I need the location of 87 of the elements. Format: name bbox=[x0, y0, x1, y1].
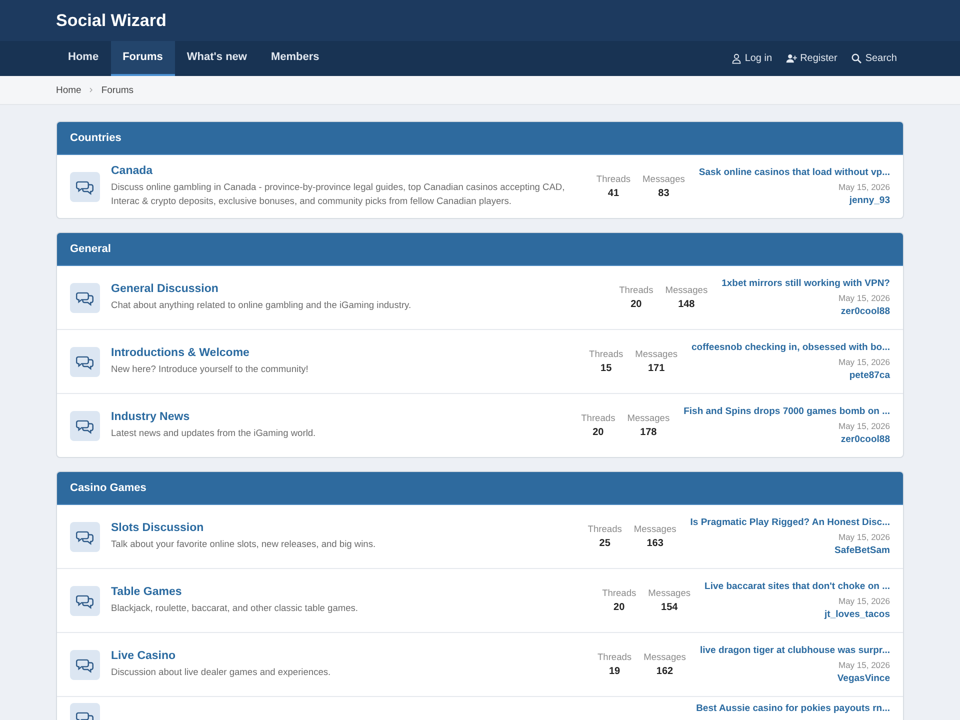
latest-thread-link[interactable]: live dragon tiger at clubhouse was surpr... bbox=[700, 645, 890, 656]
username-link[interactable]: SafeBetSam bbox=[690, 545, 890, 556]
forum-title[interactable]: Canada bbox=[111, 165, 582, 177]
category-header[interactable]: Countries bbox=[57, 122, 903, 155]
stat-label: Messages bbox=[642, 174, 685, 184]
chat-bubbles-icon bbox=[70, 586, 100, 616]
threads-count: 20 bbox=[612, 602, 626, 613]
breadcrumb-link[interactable]: Home bbox=[56, 84, 82, 96]
register-link[interactable]: Register bbox=[786, 53, 838, 64]
latest-thread-link[interactable]: Live baccarat sites that don't choke on ... bbox=[704, 581, 890, 592]
username-link[interactable]: pete87ca bbox=[692, 370, 890, 381]
latest-date: May 15, 2026 bbox=[837, 182, 890, 192]
category-header[interactable]: Casino Games bbox=[57, 472, 903, 505]
stat-label: Threads bbox=[596, 174, 631, 184]
latest-thread-link[interactable]: Fish and Spins drops 7000 games bomb on ... bbox=[684, 406, 890, 417]
category-header[interactable]: General bbox=[57, 233, 903, 266]
threads-count: 25 bbox=[598, 538, 612, 549]
stat-label: Threads bbox=[619, 285, 654, 295]
nav-tab[interactable]: Forums bbox=[110, 41, 175, 76]
search-link[interactable]: Search bbox=[851, 53, 897, 64]
latest-date: May 15, 2026 bbox=[837, 660, 890, 670]
messages-count: 171 bbox=[646, 363, 666, 374]
user-plus-icon bbox=[786, 53, 798, 64]
stat-label: Messages bbox=[634, 524, 676, 534]
username-link[interactable]: zer0cool88 bbox=[684, 434, 890, 445]
stat-label: Messages bbox=[644, 652, 686, 662]
nav-tab[interactable]: Home bbox=[56, 41, 111, 76]
username-link[interactable]: jt_loves_tacos bbox=[704, 609, 890, 620]
forum-title[interactable]: General Discussion bbox=[111, 282, 606, 295]
forum-title[interactable]: Introductions & Welcome bbox=[111, 346, 576, 359]
latest-thread-link[interactable]: coffeesnob checking in, obsessed with bo... bbox=[692, 342, 890, 353]
chat-bubbles-icon bbox=[70, 282, 100, 312]
forum-description: Latest news and updates from the iGaming world. bbox=[111, 426, 317, 440]
stat-label: Threads bbox=[588, 524, 622, 534]
site-title[interactable]: Social Wizard bbox=[56, 0, 166, 41]
threads-count: 19 bbox=[608, 666, 622, 677]
forum-title[interactable]: Table Games bbox=[111, 586, 588, 598]
threads-count: 41 bbox=[606, 188, 620, 199]
stat-label: Threads bbox=[581, 413, 616, 423]
forum-description: Blackjack, roulette, baccarat, and other classic table games. bbox=[111, 602, 360, 615]
threads-count: 20 bbox=[592, 427, 605, 438]
username-link[interactable]: VegasVince bbox=[700, 673, 890, 684]
chat-bubbles-icon bbox=[70, 522, 100, 552]
latest-date: May 15, 2026 bbox=[837, 532, 890, 542]
stat-label: Threads bbox=[589, 349, 624, 359]
messages-count: 162 bbox=[655, 666, 674, 677]
forum-title[interactable]: Live Casino bbox=[111, 650, 584, 662]
stat-label: Messages bbox=[665, 285, 708, 295]
forum-title[interactable]: Industry News bbox=[111, 410, 568, 423]
login-link[interactable]: Log in bbox=[730, 53, 772, 64]
chat-bubbles-icon bbox=[70, 410, 100, 440]
stat-label: Messages bbox=[648, 588, 691, 598]
messages-count: 148 bbox=[677, 299, 696, 310]
forum-description: Discuss online gambling in Canada - province-by-province legal guides, top Canadian casinos accepting CAD, Interac & crypto deposits, exclusive bonuses, and community picks from fellow Canadian players. bbox=[111, 181, 566, 208]
latest-thread-link[interactable]: Sask online casinos that load without vp... bbox=[698, 167, 890, 178]
messages-count: 154 bbox=[660, 602, 679, 613]
latest-date: May 15, 2026 bbox=[837, 421, 890, 431]
latest-thread-link[interactable]: Is Pragmatic Play Rigged? An Honest Disc... bbox=[690, 517, 890, 528]
messages-count: 163 bbox=[646, 538, 664, 549]
chat-bubbles-icon bbox=[70, 172, 100, 202]
forum-title[interactable]: Slots Discussion bbox=[111, 522, 574, 534]
chat-bubbles-icon bbox=[70, 346, 100, 376]
stat-label: Messages bbox=[635, 349, 678, 359]
messages-count: 178 bbox=[639, 427, 658, 438]
user-icon bbox=[730, 53, 742, 64]
forum-description: Discussion about live dealer games and experiences. bbox=[111, 666, 332, 679]
search-icon bbox=[851, 53, 862, 64]
latest-thread-link[interactable]: 1xbet mirrors still working with VPN? bbox=[722, 278, 890, 289]
stat-label: Threads bbox=[602, 588, 636, 598]
username-link[interactable]: jenny_93 bbox=[698, 195, 890, 206]
forum-description: Chat about anything related to online gambling and the iGaming industry. bbox=[111, 298, 412, 312]
nav-tab[interactable]: Members bbox=[258, 41, 332, 76]
stat-label: Messages bbox=[627, 413, 670, 423]
nav-tab[interactable]: What's new bbox=[174, 41, 259, 76]
forum-description: New here? Introduce yourself to the community! bbox=[111, 362, 310, 376]
latest-date: May 15, 2026 bbox=[837, 596, 890, 606]
latest-date: May 15, 2026 bbox=[837, 293, 890, 303]
breadcrumb-link[interactable]: Forums bbox=[101, 84, 134, 96]
stat-label: Threads bbox=[597, 652, 632, 662]
latest-date: May 15, 2026 bbox=[837, 357, 890, 367]
threads-count: 15 bbox=[600, 363, 613, 374]
latest-thread-link[interactable]: Best Aussie casino for pokies payouts rn... bbox=[696, 703, 890, 714]
forum-description: Talk about your favorite online slots, new releases, and big wins. bbox=[111, 538, 377, 551]
threads-count: 20 bbox=[630, 299, 643, 310]
chat-bubbles-icon bbox=[70, 650, 100, 680]
messages-count: 83 bbox=[657, 188, 670, 199]
username-link[interactable]: zer0cool88 bbox=[722, 306, 890, 317]
